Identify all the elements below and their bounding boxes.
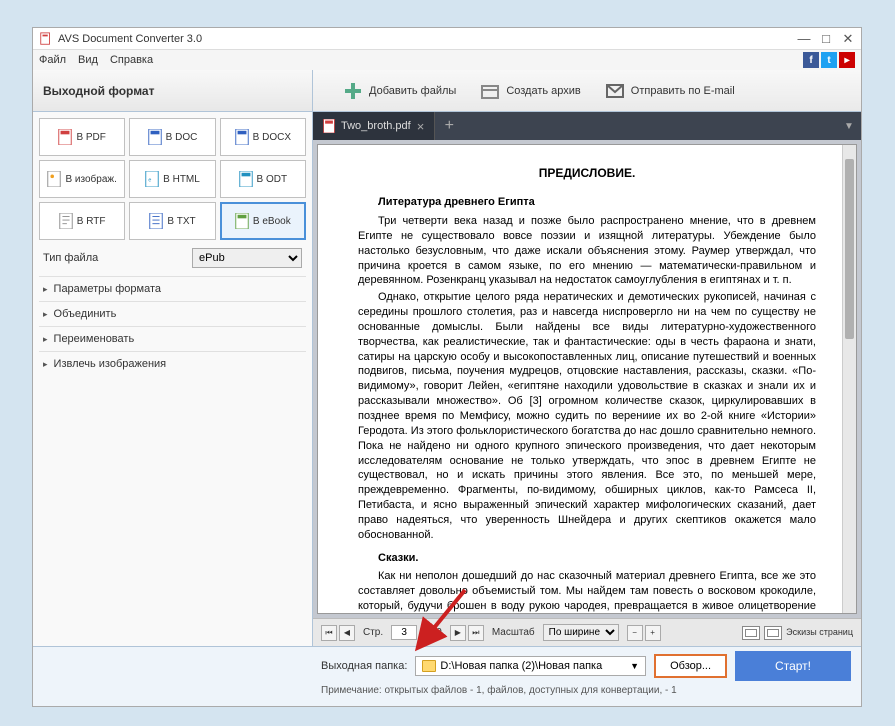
tab-close-icon[interactable]: × — [417, 119, 425, 134]
facebook-icon[interactable]: f — [803, 52, 819, 68]
toolbar: Выходной формат Добавить файлы Создать а… — [33, 70, 861, 112]
page-number-input[interactable] — [391, 625, 417, 640]
plus-icon — [343, 81, 363, 101]
page-total: / 50 — [425, 627, 442, 638]
format-odt-button[interactable]: В ODT — [220, 160, 306, 198]
zoom-select[interactable]: По ширине — [543, 624, 619, 641]
extract-images-expander[interactable]: Извлечь изображения — [39, 351, 306, 376]
minimize-button[interactable]: — — [797, 31, 811, 47]
archive-icon — [480, 81, 500, 101]
file-type-select[interactable]: ePub — [192, 248, 302, 268]
last-page-button[interactable]: ⏭ — [468, 625, 484, 641]
twitter-icon[interactable]: t — [821, 52, 837, 68]
format-docx-button[interactable]: В DOCX — [220, 118, 306, 156]
titlebar: AVS Document Converter 3.0 — □ ✕ — [33, 28, 861, 50]
thumbnail-icon — [742, 626, 760, 640]
vertical-scrollbar[interactable] — [842, 145, 856, 613]
thumbnails-label[interactable]: Эскизы страниц — [786, 628, 853, 638]
menu-file[interactable]: Файл — [39, 54, 66, 66]
format-pdf-button[interactable]: В PDF — [39, 118, 125, 156]
app-icon — [39, 32, 53, 46]
tab-add-button[interactable]: + — [435, 112, 463, 140]
first-page-button[interactable]: ⏮ — [321, 625, 337, 641]
format-image-button[interactable]: В изображ. — [39, 160, 125, 198]
output-format-header: Выходной формат — [33, 70, 313, 111]
youtube-icon[interactable]: ▸ — [839, 52, 855, 68]
doc-paragraph: Три четверти века назад и позже было рас… — [358, 214, 816, 288]
doc-paragraph: Как ни неполон дошедший до нас сказочный… — [358, 569, 816, 614]
bottom-panel: Выходная папка: D:\Новая папка (2)\Новая… — [33, 646, 861, 706]
document-tabs: Two_broth.pdf × + ▼ — [313, 112, 861, 140]
format-html-button[interactable]: eВ HTML — [129, 160, 215, 198]
next-page-button[interactable]: ▶ — [450, 625, 466, 641]
scroll-thumb[interactable] — [845, 159, 854, 339]
app-window: AVS Document Converter 3.0 — □ ✕ Файл Ви… — [32, 27, 862, 707]
prev-page-button[interactable]: ◀ — [339, 625, 355, 641]
browse-button[interactable]: Обзор... — [654, 654, 727, 678]
format-ebook-button[interactable]: В eBook — [220, 202, 306, 240]
page-label: Стр. — [363, 627, 383, 638]
folder-icon — [422, 660, 436, 672]
format-txt-button[interactable]: В TXT — [129, 202, 215, 240]
format-rtf-button[interactable]: В RTF — [39, 202, 125, 240]
rename-expander[interactable]: Переименовать — [39, 326, 306, 351]
output-folder-label: Выходная папка: — [321, 660, 407, 672]
format-params-expander[interactable]: Параметры формата — [39, 276, 306, 301]
tab-menu-button[interactable]: ▼ — [837, 112, 861, 140]
thumbnail-icon — [764, 626, 782, 640]
envelope-icon — [605, 81, 625, 101]
svg-text:e: e — [149, 178, 152, 184]
window-title: AVS Document Converter 3.0 — [58, 33, 797, 45]
file-type-label: Тип файла — [43, 252, 98, 264]
send-email-button[interactable]: Отправить по E-mail — [605, 81, 735, 101]
merge-expander[interactable]: Объединить — [39, 301, 306, 326]
document-controls: ⏮ ◀ Стр. / 50 ▶ ⏭ Масштаб По ширине − + — [313, 618, 861, 646]
sidebar: В PDF В DOC В DOCX В изображ. eВ HTML В … — [33, 112, 313, 646]
chevron-down-icon: ▼ — [630, 661, 639, 671]
doc-heading-2: Сказки. — [358, 551, 816, 566]
menu-help[interactable]: Справка — [110, 54, 153, 66]
doc-title: ПРЕДИСЛОВИЕ. — [358, 165, 816, 181]
zoom-label: Масштаб — [492, 627, 535, 638]
doc-paragraph: Однако, открытие целого ряда нератически… — [358, 290, 816, 542]
format-doc-button[interactable]: В DOC — [129, 118, 215, 156]
close-button[interactable]: ✕ — [841, 31, 855, 47]
pdf-icon — [323, 119, 335, 133]
document-preview: ПРЕДИСЛОВИЕ. Литература древнего Египта … — [317, 144, 857, 614]
main-area: Two_broth.pdf × + ▼ ПРЕДИСЛОВИЕ. Литерат… — [313, 112, 861, 646]
start-button[interactable]: Старт! — [735, 651, 851, 681]
menu-view[interactable]: Вид — [78, 54, 98, 66]
zoom-in-button[interactable]: + — [645, 625, 661, 641]
create-archive-button[interactable]: Создать архив — [480, 81, 580, 101]
tab-document[interactable]: Two_broth.pdf × — [313, 112, 435, 140]
add-files-button[interactable]: Добавить файлы — [343, 81, 456, 101]
maximize-button[interactable]: □ — [819, 31, 833, 47]
doc-heading-1: Литература древнего Египта — [358, 195, 816, 210]
menubar: Файл Вид Справка f t ▸ — [33, 50, 861, 70]
zoom-out-button[interactable]: − — [627, 625, 643, 641]
tab-label: Two_broth.pdf — [341, 120, 411, 132]
output-path-field[interactable]: D:\Новая папка (2)\Новая папка ▼ — [415, 656, 646, 676]
status-note: Примечание: открытых файлов - 1, файлов,… — [321, 685, 851, 696]
